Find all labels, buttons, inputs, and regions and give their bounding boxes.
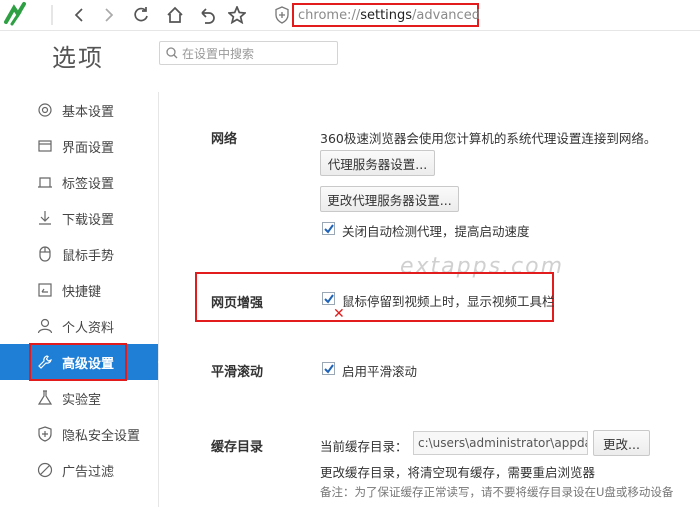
highlight-box-sidebar bbox=[29, 343, 127, 381]
bookmark-button[interactable] bbox=[224, 2, 250, 28]
toolbar-separator bbox=[39, 2, 65, 28]
webpage-enhance-section-label: 网页增强 bbox=[211, 296, 264, 311]
sidebar-item-label: 鼠标手势 bbox=[62, 248, 115, 264]
smooth-scroll-section-label: 平滑滚动 bbox=[211, 365, 264, 380]
network-description: 360极速浏览器会使用您计算机的系统代理设置连接到网络。 bbox=[320, 131, 657, 146]
search-icon bbox=[166, 47, 178, 59]
cache-section-label: 缓存目录 bbox=[211, 440, 264, 455]
gear-icon bbox=[37, 102, 53, 118]
sidebar-item-interface[interactable]: 界面设置 bbox=[0, 128, 158, 164]
checkmark-icon bbox=[323, 223, 334, 234]
forward-arrow-icon bbox=[105, 8, 114, 22]
sidebar-item-label: 基本设置 bbox=[62, 104, 115, 120]
current-cache-label: 当前缓存目录： bbox=[320, 439, 408, 454]
change-cache-dir-button[interactable]: 更改... bbox=[593, 430, 650, 456]
tab-icon bbox=[37, 174, 53, 190]
settings-sidebar: 基本设置 界面设置 标签设置 下载设置 鼠标手势 快捷键 个人资料 高级设置 实… bbox=[0, 92, 167, 507]
sidebar-item-label: 隐私安全设置 bbox=[62, 428, 141, 444]
download-icon bbox=[37, 210, 53, 226]
sidebar-item-ad-filter[interactable]: 广告过滤 bbox=[0, 452, 158, 488]
keyboard-icon bbox=[37, 282, 53, 298]
settings-search-input[interactable]: 在设置中搜索 bbox=[159, 41, 338, 65]
block-icon bbox=[37, 462, 53, 478]
sidebar-item-download[interactable]: 下载设置 bbox=[0, 200, 158, 236]
proxy-settings-button[interactable]: 代理服务器设置... bbox=[320, 150, 435, 176]
sidebar-item-basic[interactable]: 基本设置 bbox=[0, 92, 158, 128]
back-arrow-icon bbox=[74, 8, 83, 22]
reload-icon bbox=[134, 7, 148, 22]
sidebar-item-privacy[interactable]: 隐私安全设置 bbox=[0, 416, 158, 452]
cache-change-note: 更改缓存目录，将清空现有缓存，需要重启浏览器 bbox=[320, 465, 596, 480]
url-scheme: chrome:// bbox=[298, 7, 361, 23]
cache-warning-note: 备注：为了保证缓存正常读写，请不要将缓存目录设在U盘或移动设备 bbox=[320, 485, 674, 499]
browser-toolbar: chrome://settings/advanced bbox=[0, 0, 700, 31]
forward-button[interactable] bbox=[96, 2, 122, 28]
browser-logo-icon bbox=[2, 0, 30, 28]
checkmark-icon bbox=[323, 293, 334, 304]
home-icon bbox=[167, 6, 183, 23]
auto-detect-proxy-checkbox[interactable] bbox=[322, 222, 335, 235]
sidebar-item-tabs[interactable]: 标签设置 bbox=[0, 164, 158, 200]
sidebar-item-label: 下载设置 bbox=[62, 212, 115, 228]
sidebar-item-mouse-gesture[interactable]: 鼠标手势 bbox=[0, 236, 158, 272]
active-indicator bbox=[158, 353, 167, 371]
flask-icon bbox=[37, 390, 53, 406]
undo-close-tab-button[interactable] bbox=[194, 2, 220, 28]
checkmark-icon bbox=[323, 363, 334, 374]
sidebar-item-label: 界面设置 bbox=[62, 140, 115, 156]
sidebar-item-label: 快捷键 bbox=[62, 284, 102, 300]
sidebar-item-profile[interactable]: 个人资料 bbox=[0, 308, 158, 344]
smooth-scroll-checkbox[interactable] bbox=[322, 362, 335, 375]
reload-button[interactable] bbox=[128, 2, 154, 28]
shield-plus-icon bbox=[37, 426, 53, 442]
network-section-label: 网络 bbox=[211, 132, 238, 147]
address-bar[interactable]: chrome://settings/advanced bbox=[292, 3, 480, 27]
mouse-icon bbox=[37, 246, 53, 262]
site-security-shield-icon[interactable] bbox=[274, 6, 290, 24]
search-placeholder: 在设置中搜索 bbox=[182, 46, 255, 61]
cache-path-input[interactable]: c:\users\administrator\appdata\l bbox=[413, 431, 588, 455]
change-proxy-settings-button[interactable]: 更改代理服务器设置... bbox=[320, 186, 459, 212]
star-icon bbox=[228, 6, 246, 24]
window-icon bbox=[37, 138, 53, 154]
video-toolbar-label: 鼠标停留到视频上时，显示视频工具栏 bbox=[342, 294, 555, 309]
smooth-scroll-label: 启用平滑滚动 bbox=[342, 364, 418, 379]
sidebar-item-lab[interactable]: 实验室 bbox=[0, 380, 158, 416]
sidebar-item-label: 标签设置 bbox=[62, 176, 115, 192]
sidebar-item-shortcuts[interactable]: 快捷键 bbox=[0, 272, 158, 308]
sidebar-item-label: 广告过滤 bbox=[62, 464, 115, 480]
sidebar-item-label: 实验室 bbox=[62, 392, 102, 408]
url-suffix: /advanced bbox=[412, 7, 480, 23]
url-path: settings bbox=[360, 7, 413, 23]
person-icon bbox=[37, 318, 53, 334]
video-toolbar-checkbox[interactable] bbox=[322, 292, 335, 305]
page-title: 选项 bbox=[52, 44, 104, 72]
undo-icon bbox=[201, 8, 215, 24]
back-button[interactable] bbox=[66, 2, 92, 28]
sidebar-item-label: 个人资料 bbox=[62, 320, 115, 336]
home-button[interactable] bbox=[162, 2, 188, 28]
auto-detect-proxy-label: 关闭自动检测代理，提高启动速度 bbox=[342, 224, 530, 239]
click-marker-icon: ✕ bbox=[333, 306, 345, 322]
